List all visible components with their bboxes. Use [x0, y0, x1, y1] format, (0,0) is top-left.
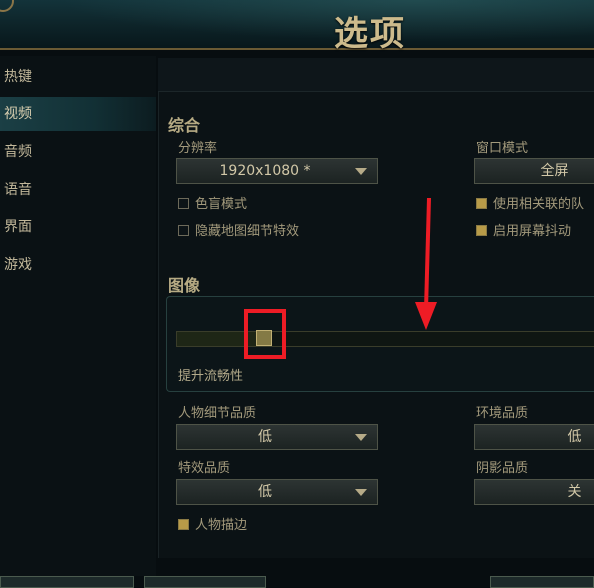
hide-map-detail-label: 隐藏地图细节特效	[195, 224, 300, 239]
effects-quality-value: 低	[258, 484, 272, 500]
shadow-quality-value: 关	[567, 484, 582, 500]
sidebar-item-audio[interactable]: 音频	[0, 135, 156, 169]
character-outline-checkbox[interactable]: 人物描边	[178, 514, 247, 533]
sidebar-item-interface[interactable]: 界面	[0, 210, 156, 244]
chevron-down-icon	[355, 489, 367, 496]
checkbox-checked-icon	[476, 225, 487, 236]
section-title-graphics: 图像	[168, 276, 201, 295]
footer-button-left[interactable]	[0, 576, 134, 588]
environment-quality-value: 低	[567, 429, 582, 445]
environment-quality-label: 环境品质	[476, 406, 529, 421]
checkbox-unchecked-icon	[178, 225, 189, 236]
sidebar-item-voice[interactable]: 语音	[0, 173, 156, 207]
window-mode-dropdown[interactable]: 全屏	[474, 158, 594, 184]
header-glow	[0, 0, 594, 48]
red-highlight-box	[244, 309, 286, 359]
slider-caption: 提升流畅性	[178, 369, 244, 384]
sidebar-item-hotkeys[interactable]: 热键	[0, 60, 156, 94]
footer-button-right[interactable]	[490, 576, 594, 588]
sidebar-item-video[interactable]: 视频	[0, 97, 156, 131]
chevron-down-icon	[355, 168, 367, 175]
sidebar	[0, 56, 156, 576]
shadow-quality-dropdown[interactable]: 关	[474, 479, 594, 505]
colorblind-checkbox[interactable]: 色盲模式	[178, 193, 247, 212]
effects-quality-label: 特效品质	[178, 461, 231, 476]
use-related-checkbox[interactable]: 使用相关联的队	[476, 193, 584, 212]
page-title: 选项	[334, 14, 406, 54]
red-arrow-icon	[415, 197, 437, 330]
chevron-down-icon	[355, 434, 367, 441]
resolution-label: 分辨率	[178, 141, 218, 156]
effects-quality-dropdown[interactable]: 低	[176, 479, 378, 505]
resolution-value: 1920x1080 *	[219, 163, 311, 179]
checkbox-checked-icon	[178, 519, 189, 530]
colorblind-label: 色盲模式	[195, 197, 248, 212]
window-mode-label: 窗口模式	[476, 141, 529, 156]
window-mode-value: 全屏	[540, 163, 569, 179]
character-quality-value: 低	[258, 429, 272, 445]
environment-quality-dropdown[interactable]: 低	[474, 424, 594, 450]
title-bar: 选项	[0, 0, 594, 54]
screen-shake-label: 启用屏幕抖动	[493, 224, 572, 239]
checkbox-checked-icon	[476, 198, 487, 209]
resolution-dropdown[interactable]: 1920x1080 *	[176, 158, 378, 184]
character-outline-label: 人物描边	[195, 518, 248, 533]
use-related-label: 使用相关联的队	[493, 197, 585, 212]
screen-shake-checkbox[interactable]: 启用屏幕抖动	[476, 220, 571, 239]
sidebar-item-game[interactable]: 游戏	[0, 248, 156, 282]
checkbox-unchecked-icon	[178, 198, 189, 209]
section-title-general: 综合	[168, 116, 201, 135]
shadow-quality-label: 阴影品质	[476, 461, 529, 476]
footer-button-middle[interactable]	[144, 576, 266, 588]
hide-map-detail-checkbox[interactable]: 隐藏地图细节特效	[178, 220, 299, 239]
panel-header-strip	[158, 58, 594, 92]
character-quality-label: 人物细节品质	[178, 406, 257, 421]
character-quality-dropdown[interactable]: 低	[176, 424, 378, 450]
